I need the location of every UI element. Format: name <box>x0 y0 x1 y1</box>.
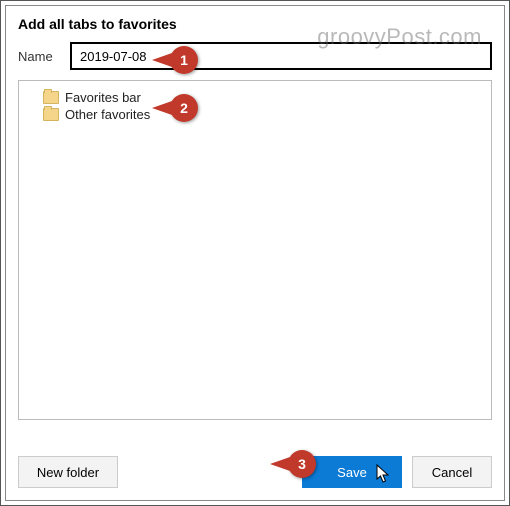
dialog-window: Add all tabs to favorites Name Favorites… <box>5 5 505 501</box>
new-folder-button[interactable]: New folder <box>18 456 118 488</box>
folder-item-other-favorites[interactable]: Other favorites <box>25 106 485 123</box>
folder-item-favorites-bar[interactable]: Favorites bar <box>25 89 485 106</box>
folder-label: Favorites bar <box>65 90 141 105</box>
cancel-button[interactable]: Cancel <box>412 456 492 488</box>
name-field-row: Name <box>6 38 504 80</box>
dialog-footer: New folder Save Cancel <box>18 456 492 488</box>
folder-icon <box>43 91 59 104</box>
name-input[interactable] <box>70 42 492 70</box>
dialog-header: Add all tabs to favorites <box>6 6 504 38</box>
name-label: Name <box>18 49 60 64</box>
dialog-title: Add all tabs to favorites <box>18 16 492 32</box>
folder-label: Other favorites <box>65 107 150 122</box>
screenshot-frame: Add all tabs to favorites Name Favorites… <box>0 0 510 506</box>
folder-icon <box>43 108 59 121</box>
folder-tree[interactable]: Favorites bar Other favorites <box>18 80 492 420</box>
save-button[interactable]: Save <box>302 456 402 488</box>
